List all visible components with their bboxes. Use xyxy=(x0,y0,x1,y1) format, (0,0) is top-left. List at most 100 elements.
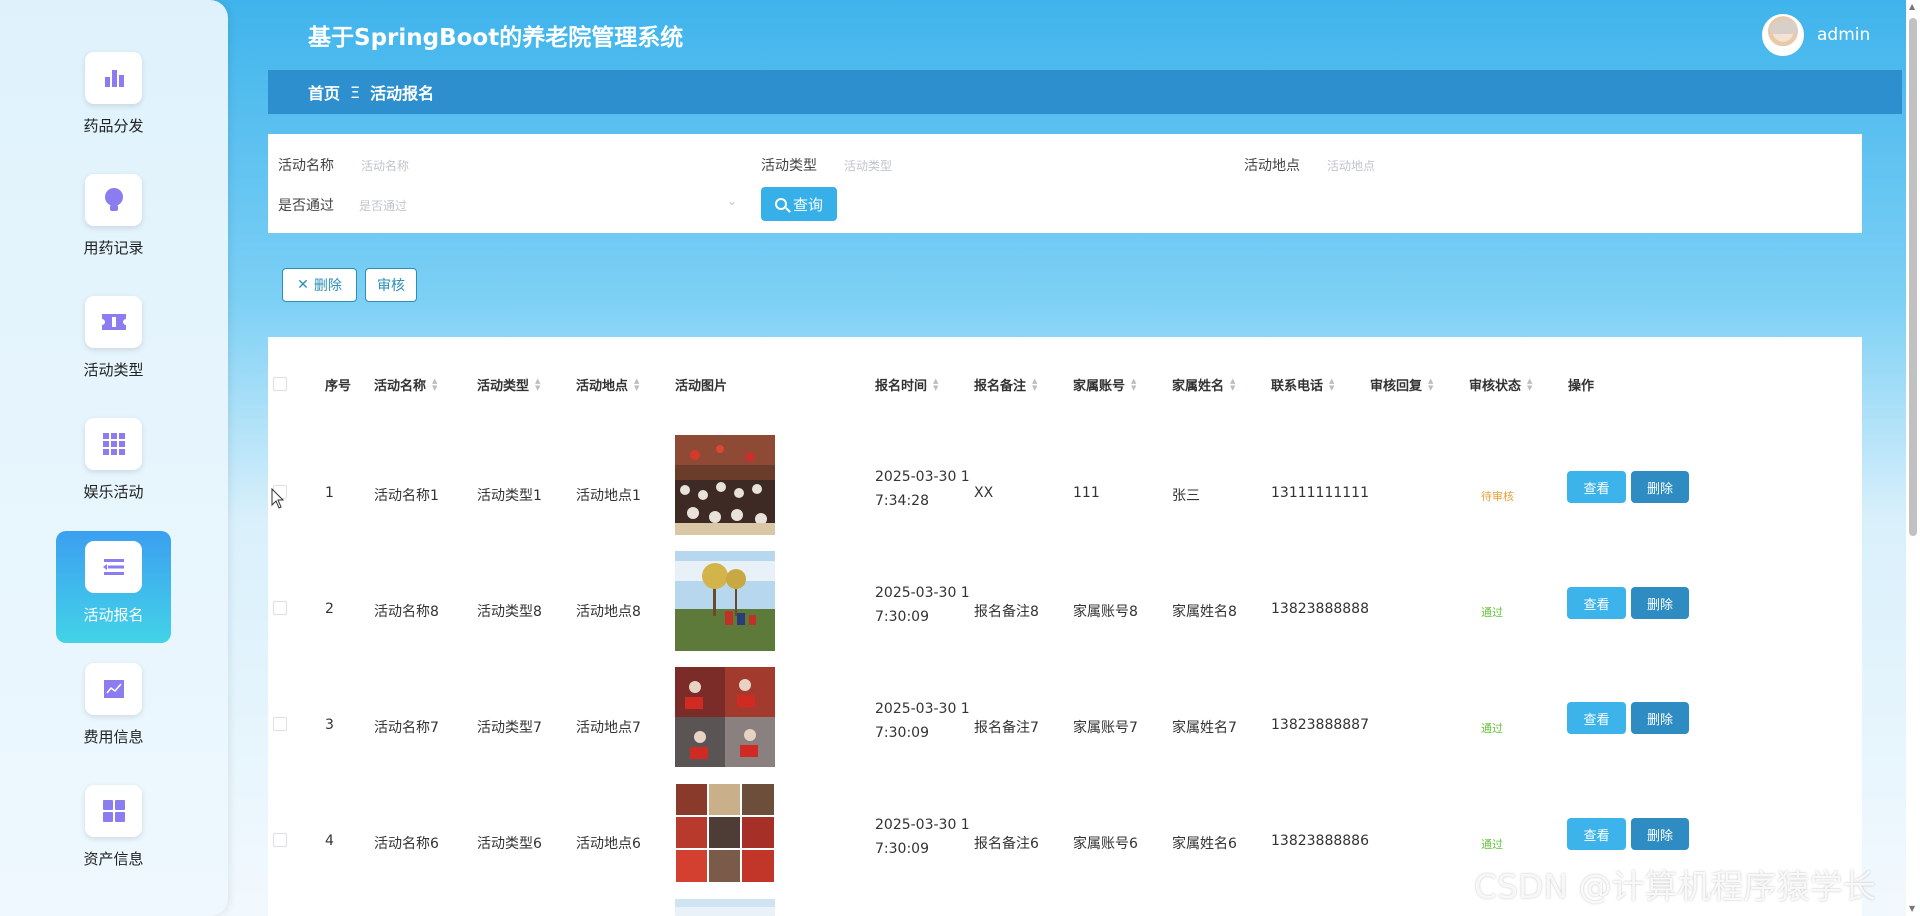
audit-label: 审核 xyxy=(377,278,405,294)
activity-type-input[interactable]: 活动类型 xyxy=(844,157,892,174)
breadcrumb-current: 活动报名 xyxy=(370,84,435,103)
status-badge: 通过 xyxy=(1481,606,1503,619)
sidebar-item-label: 费用信息 xyxy=(83,728,144,746)
bulk-delete-label: 删除 xyxy=(313,278,342,294)
cell-signup-time-cont: 7:34:28 xyxy=(875,493,929,509)
data-table: 序号 活动名称 ▲ ▼ 活动类型 ▲ ▼ 活动地点 ▲ ▼ 活动图片 报名时间 ▲ ▼ 报名备注… xyxy=(268,337,1862,916)
activity-image[interactable] xyxy=(675,783,775,883)
sidebar-item-medication-records[interactable]: 用药记录 xyxy=(56,164,171,276)
scrollbar-thumb[interactable] xyxy=(1909,18,1917,536)
sort-icon: ▲ ▼ xyxy=(634,376,640,392)
search-button[interactable]: 查询 xyxy=(761,187,837,221)
sidebar-item-label: 药品分发 xyxy=(83,117,144,135)
row-checkbox[interactable] xyxy=(273,833,287,847)
app-title: 基于SpringBoot的养老院管理系统 xyxy=(308,25,684,51)
delete-button[interactable]: 删除 xyxy=(1631,818,1689,850)
activity-image[interactable] xyxy=(675,899,775,916)
chevron-down-icon[interactable]: ⌄ xyxy=(727,194,737,208)
status-badge: 通过 xyxy=(1481,838,1503,851)
column-header-audit-reply[interactable]: 审核回复 ▲ ▼ xyxy=(1370,375,1433,394)
scroll-down-icon[interactable]: ▼ xyxy=(1909,904,1915,913)
grid-icon xyxy=(85,418,142,470)
cell-activity-place: 活动地点1 xyxy=(576,488,641,504)
delete-button[interactable]: 删除 xyxy=(1631,702,1689,734)
cell-signup-time-cont: 7:30:09 xyxy=(875,609,929,625)
column-header-family-name[interactable]: 家属姓名 ▲ ▼ xyxy=(1172,375,1235,394)
view-button[interactable]: 查看 xyxy=(1567,471,1626,503)
cell-activity-name: 活动名称8 xyxy=(374,604,439,620)
cell-remark: 报名备注7 xyxy=(974,720,1039,736)
lightbulb-icon xyxy=(85,174,142,226)
cell-family-account: 家属账号6 xyxy=(1073,836,1138,852)
cell-signup-time: 2025-03-30 1 xyxy=(875,585,970,601)
sidebar-item-activity-types[interactable]: 活动类型 xyxy=(56,286,171,398)
activity-name-label: 活动名称 xyxy=(278,158,334,174)
cell-activity-type: 活动类型1 xyxy=(477,488,542,504)
sidebar-item-label: 资产信息 xyxy=(83,850,144,868)
row-checkbox[interactable] xyxy=(273,601,287,615)
cell-family-name: 张三 xyxy=(1172,488,1200,504)
view-button[interactable]: 查看 xyxy=(1567,702,1626,734)
page-scrollbar[interactable]: ▲ ▼ xyxy=(1906,0,1920,916)
activity-image[interactable] xyxy=(675,551,775,651)
column-header-index: 序号 xyxy=(325,379,352,394)
sidebar-item-entertainment[interactable]: 娱乐活动 xyxy=(56,408,171,520)
audit-button[interactable]: 审核 xyxy=(365,268,417,302)
column-header-family-account[interactable]: 家属账号 ▲ ▼ xyxy=(1073,375,1136,394)
cell-phone: 13823888886 xyxy=(1271,833,1369,849)
status-badge: 待审核 xyxy=(1481,490,1514,503)
sidebar-item-medicine-distribution[interactable]: 药品分发 xyxy=(56,42,171,154)
cell-family-account: 家属账号7 xyxy=(1073,720,1138,736)
cell-remark: 报名备注6 xyxy=(974,836,1039,852)
sidebar-item-activity-signup[interactable]: 活动报名 xyxy=(56,531,171,643)
row-checkbox[interactable] xyxy=(273,717,287,731)
activity-place-input[interactable]: 活动地点 xyxy=(1327,157,1375,174)
sort-icon: ▲ ▼ xyxy=(933,376,939,392)
cell-activity-type: 活动类型7 xyxy=(477,720,542,736)
cell-signup-time: 2025-03-30 1 xyxy=(875,469,970,485)
table-row: 1 活动名称1 活动类型1 活动地点1 2025-03-30 1 7:34:28… xyxy=(268,435,1862,551)
column-header-activity-place[interactable]: 活动地点 ▲ ▼ xyxy=(576,375,639,394)
search-button-label: 查询 xyxy=(792,195,823,214)
activity-name-input[interactable]: 活动名称 xyxy=(361,157,409,174)
delete-button[interactable]: 删除 xyxy=(1631,587,1689,619)
column-header-activity-type[interactable]: 活动类型 ▲ ▼ xyxy=(477,375,540,394)
column-header-activity-name[interactable]: 活动名称 ▲ ▼ xyxy=(374,375,437,394)
pass-status-select[interactable]: 是否通过 xyxy=(359,197,407,214)
cell-family-name: 家属姓名8 xyxy=(1172,604,1237,620)
cell-phone: 13823888888 xyxy=(1271,601,1369,617)
sidebar-item-fees[interactable]: 费用信息 xyxy=(56,653,171,765)
sort-icon: ▲ ▼ xyxy=(1230,376,1236,392)
view-button[interactable]: 查看 xyxy=(1567,818,1626,850)
view-button[interactable]: 查看 xyxy=(1567,587,1626,619)
select-all-checkbox[interactable] xyxy=(273,377,287,391)
sidebar: 药品分发 用药记录 活动类型 娱乐活动 活动报名 费用信息 资产信息 xyxy=(0,0,228,916)
column-header-signup-time[interactable]: 报名时间 ▲ ▼ xyxy=(875,375,938,394)
cell-index: 3 xyxy=(325,717,334,733)
sort-icon: ▲ ▼ xyxy=(1527,376,1533,392)
column-header-audit-status[interactable]: 审核状态 ▲ ▼ xyxy=(1469,375,1532,394)
cell-activity-name: 活动名称6 xyxy=(374,836,439,852)
cell-family-name: 家属姓名7 xyxy=(1172,720,1237,736)
activity-image[interactable] xyxy=(675,667,775,767)
username[interactable]: admin xyxy=(1817,25,1870,45)
activity-type-label: 活动类型 xyxy=(761,158,817,174)
breadcrumb-home[interactable]: 首页 xyxy=(308,80,340,104)
apps-icon xyxy=(85,785,142,837)
cell-signup-time: 2025-03-30 1 xyxy=(875,817,970,833)
scroll-up-icon[interactable]: ▲ xyxy=(1909,2,1915,11)
column-header-phone[interactable]: 联系电话 ▲ ▼ xyxy=(1271,375,1334,394)
sidebar-item-assets[interactable]: 资产信息 xyxy=(56,775,171,887)
column-header-remark[interactable]: 报名备注 ▲ ▼ xyxy=(974,375,1037,394)
cell-remark: 报名备注8 xyxy=(974,604,1039,620)
delete-button[interactable]: 删除 xyxy=(1631,471,1689,503)
bulk-delete-button[interactable]: ✕ 删除 xyxy=(282,268,357,302)
bar-chart-icon xyxy=(85,52,142,104)
avatar[interactable] xyxy=(1762,14,1804,56)
list-icon xyxy=(85,541,142,593)
activity-image[interactable] xyxy=(675,435,775,535)
activity-place-label: 活动地点 xyxy=(1244,158,1300,174)
close-icon: ✕ xyxy=(297,277,309,293)
user-menu[interactable]: admin xyxy=(1762,14,1870,56)
cell-activity-name: 活动名称7 xyxy=(374,720,439,736)
